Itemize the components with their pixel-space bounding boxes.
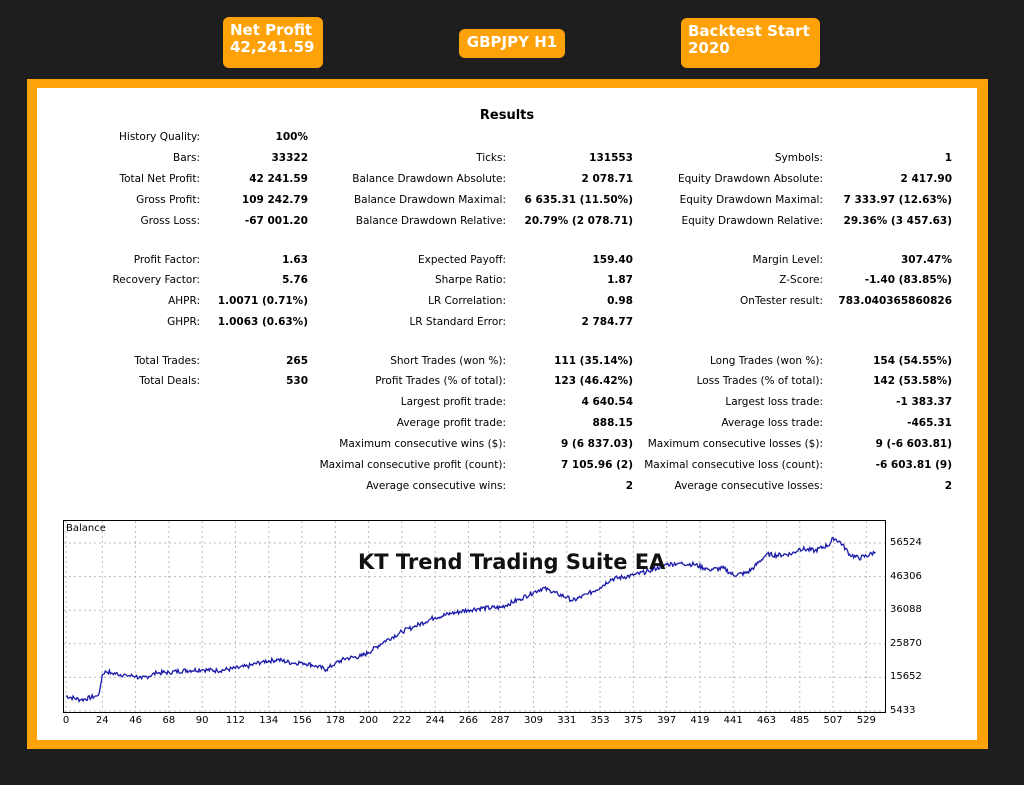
x-tick-label: 287 — [490, 715, 510, 726]
stat-value: 154 (54.55%) — [873, 355, 952, 367]
stat-value: 100% — [275, 131, 308, 143]
x-tick-label: 529 — [856, 715, 876, 726]
stat-value: 783.040365860826 — [838, 295, 952, 307]
stat-row: Z-Score: -1.40 (83.85%) — [0, 274, 1024, 290]
y-tick-label: 5433 — [890, 705, 916, 716]
stat-value: -465.31 — [907, 417, 952, 429]
x-tick-label: 463 — [756, 715, 777, 726]
backtest-start-value: 2020 — [688, 39, 730, 57]
stat-label: Maximal consecutive loss (count): — [644, 459, 823, 471]
stat-value: 307.47% — [900, 254, 952, 266]
stat-row: Loss Trades (% of total): 142 (53.58%) — [0, 375, 1024, 391]
net-profit-title: Net Profit — [230, 21, 313, 39]
x-tick-label: 441 — [723, 715, 743, 726]
x-tick-label: 419 — [690, 715, 710, 726]
stat-value: 7 333.97 (12.63%) — [843, 194, 952, 206]
stat-row: LR Standard Error: 2 784.77 — [0, 316, 1024, 332]
stat-label: Average loss trade: — [721, 417, 823, 429]
y-tick-label: 56524 — [890, 537, 922, 548]
stat-row: Symbols: 1 — [0, 152, 1024, 168]
x-tick-label: 244 — [425, 715, 445, 726]
stat-label: Equity Drawdown Relative: — [681, 215, 823, 227]
stat-label: Symbols: — [774, 152, 823, 164]
stat-label: Equity Drawdown Absolute: — [677, 173, 823, 185]
stat-label: OnTester result: — [740, 295, 823, 307]
stat-label: Equity Drawdown Maximal: — [679, 194, 823, 206]
x-tick-label: 485 — [790, 715, 810, 726]
stat-label: Margin Level: — [752, 254, 823, 266]
stat-label: Loss Trades (% of total): — [696, 375, 823, 387]
stat-value: 2 417.90 — [900, 173, 952, 185]
stat-row: Maximum consecutive losses ($): 9 (-6 603… — [0, 438, 1024, 454]
stat-label: Largest loss trade: — [725, 396, 823, 408]
x-tick-label: 266 — [458, 715, 478, 726]
stat-value: 29.36% (3 457.63) — [843, 215, 952, 227]
stat-label: Maximum consecutive losses ($): — [647, 438, 823, 450]
stat-value: 9 (-6 603.81) — [875, 438, 952, 450]
x-tick-label: 375 — [623, 715, 643, 726]
stat-value: 1 — [944, 152, 952, 164]
stat-row: Margin Level: 307.47% — [0, 254, 1024, 270]
x-tick-label: 507 — [823, 715, 843, 726]
stat-value: 2 784.77 — [581, 316, 633, 328]
stat-row: Average loss trade: -465.31 — [0, 417, 1024, 433]
x-tick-label: 134 — [259, 715, 279, 726]
x-tick-label: 112 — [225, 715, 245, 726]
y-tick-label: 46306 — [890, 570, 922, 582]
stat-row: OnTester result: 783.040365860826 — [0, 295, 1024, 311]
stat-label: History Quality: — [119, 131, 200, 143]
x-tick-label: 200 — [359, 715, 379, 726]
x-tick-label: 0 — [62, 715, 70, 726]
stat-value: -6 603.81 (9) — [875, 459, 952, 471]
y-tick-label: 25870 — [890, 637, 922, 649]
stat-value: 2 — [944, 480, 952, 492]
stat-row: Average consecutive losses: 2 — [0, 480, 1024, 496]
stat-value: 142 (53.58%) — [873, 375, 952, 387]
stat-row: Equity Drawdown Relative: 29.36% (3 457.6… — [0, 215, 1024, 231]
chart-title: Balance — [66, 523, 106, 534]
balance-chart — [63, 520, 886, 713]
net-profit-badge: Net Profit 42,241.59 — [223, 17, 323, 68]
x-tick-label: 309 — [523, 715, 544, 726]
results-title: Results — [479, 108, 535, 123]
x-tick-label: 46 — [129, 715, 142, 726]
stat-label: Average consecutive losses: — [674, 480, 823, 492]
stat-row: Maximal consecutive loss (count): -6 603.… — [0, 459, 1024, 475]
stat-row: Equity Drawdown Maximal: 7 333.97 (12.63%… — [0, 194, 1024, 210]
x-tick-label: 331 — [557, 715, 577, 726]
chart-overlay-text: KT Trend Trading Suite EA — [358, 550, 666, 574]
y-tick-label: 15652 — [890, 671, 922, 683]
stat-label: Long Trades (won %): — [709, 355, 823, 367]
stat-row: History Quality: 100% — [0, 131, 1024, 147]
stat-label: Z-Score: — [779, 274, 823, 286]
backtest-start-badge: Backtest Start 2020 — [681, 18, 820, 68]
x-tick-label: 90 — [195, 715, 209, 726]
stat-row: Equity Drawdown Absolute: 2 417.90 — [0, 173, 1024, 189]
stat-label: LR Standard Error: — [409, 316, 506, 328]
x-tick-label: 156 — [292, 715, 312, 726]
x-tick-label: 68 — [162, 715, 176, 726]
x-tick-label: 397 — [657, 715, 677, 726]
net-profit-value: 42,241.59 — [230, 38, 315, 56]
x-tick-label: 178 — [325, 715, 345, 726]
stat-row: Long Trades (won %): 154 (54.55%) — [0, 355, 1024, 371]
symbol-badge: GBPJPY H1 — [459, 29, 565, 58]
stat-row: Largest loss trade: -1 383.37 — [0, 396, 1024, 412]
x-tick-label: 24 — [95, 715, 109, 726]
symbol-text: GBPJPY H1 — [466, 33, 558, 51]
x-tick-label: 222 — [392, 715, 412, 726]
y-tick-label: 36088 — [890, 604, 922, 616]
x-tick-label: 353 — [590, 715, 610, 726]
stat-value: -1.40 (83.85%) — [864, 274, 952, 286]
stat-value: -1 383.37 — [896, 396, 952, 408]
backtest-start-title: Backtest Start — [688, 22, 810, 40]
